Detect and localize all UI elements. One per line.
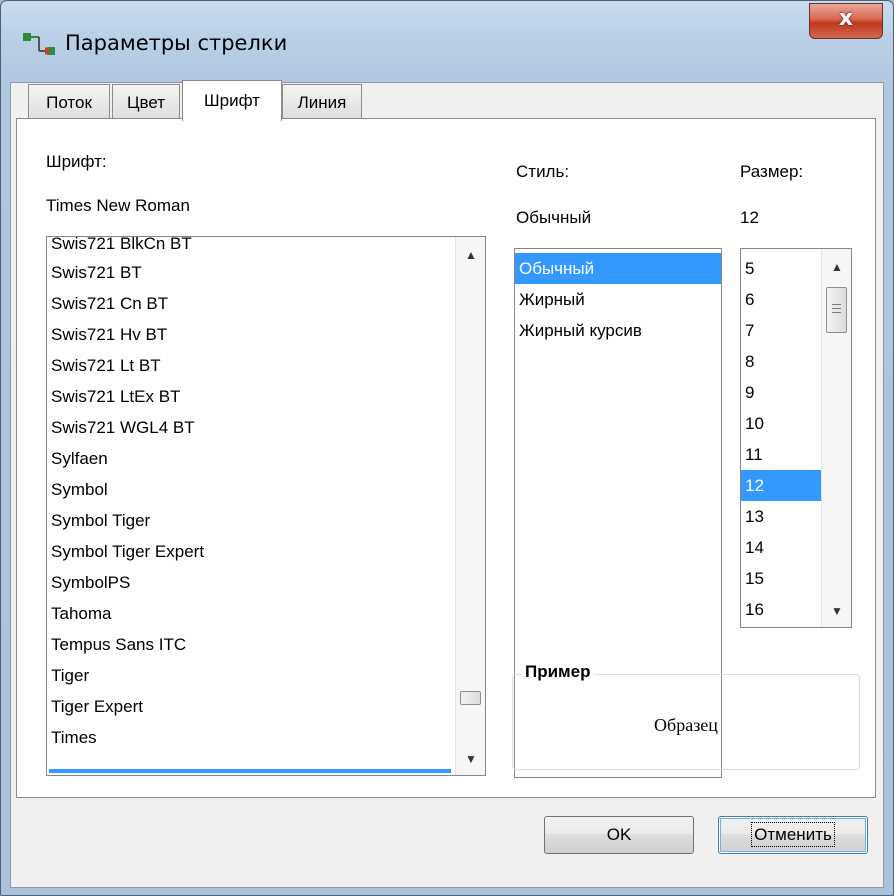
- list-item[interactable]: Tiger: [47, 660, 89, 691]
- tab-color[interactable]: Цвет: [112, 84, 180, 118]
- list-item[interactable]: 9: [741, 377, 754, 408]
- list-item[interactable]: Жирный курсив: [515, 315, 642, 346]
- tab-label: Шрифт: [204, 91, 260, 110]
- cancel-button-label: Отменить: [751, 822, 835, 847]
- list-item[interactable]: Tahoma: [47, 598, 111, 629]
- tab-label: Линия: [297, 93, 347, 112]
- list-item[interactable]: Tempus Sans ITC: [47, 629, 186, 660]
- tab-label: Поток: [46, 93, 92, 112]
- style-current-value: Обычный: [516, 208, 592, 227]
- sample-groupbox: Пример Образец: [512, 662, 860, 770]
- cancel-button[interactable]: Отменить: [718, 816, 868, 854]
- tab-line[interactable]: Линия: [282, 84, 362, 118]
- scroll-up-icon[interactable]: ▲: [822, 255, 851, 279]
- font-label: Шрифт:: [46, 152, 107, 171]
- scroll-down-icon[interactable]: ▼: [456, 747, 485, 771]
- list-item[interactable]: 7: [741, 315, 754, 346]
- style-label: Стиль:: [516, 162, 570, 181]
- list-item[interactable]: Жирный: [515, 284, 585, 315]
- list-item[interactable]: 16: [741, 594, 764, 625]
- scroll-up-icon[interactable]: ▲: [456, 243, 485, 267]
- scroll-thumb[interactable]: [826, 287, 847, 333]
- list-item[interactable]: Sylfaen: [47, 443, 108, 474]
- size-listbox[interactable]: 5 6 7 8 9 10 11 12 13 14 15 16 ▲ ▼: [740, 248, 852, 628]
- ok-button[interactable]: OK: [544, 816, 694, 854]
- list-item[interactable]: Symbol Tiger: [47, 505, 150, 536]
- title-bar[interactable]: Параметры стрелки x: [1, 1, 893, 83]
- list-item[interactable]: Swis721 LtEx BT: [47, 381, 180, 412]
- thumb-grip: [832, 304, 841, 305]
- list-item[interactable]: 10: [741, 408, 764, 439]
- font-list-scrollbar[interactable]: ▲ ▼: [455, 237, 485, 775]
- list-item[interactable]: 13: [741, 501, 764, 532]
- list-item[interactable]: 11: [741, 439, 763, 470]
- list-item[interactable]: Swis721 Cn BT: [47, 288, 168, 319]
- list-item[interactable]: Swis721 BT: [47, 257, 142, 288]
- window-title: Параметры стрелки: [65, 31, 288, 55]
- list-item[interactable]: Обычный: [515, 253, 721, 284]
- list-item[interactable]: 12: [741, 470, 821, 501]
- list-item[interactable]: 6: [741, 284, 754, 315]
- list-item[interactable]: 5: [741, 253, 754, 284]
- sample-text: Образец: [654, 715, 718, 735]
- list-item[interactable]: 14: [741, 532, 764, 563]
- thumb-grip: [832, 312, 841, 313]
- list-item[interactable]: Swis721 BlkCn BT: [47, 237, 192, 259]
- ok-button-label: OK: [606, 825, 632, 844]
- list-item[interactable]: 8: [741, 346, 754, 377]
- list-item[interactable]: Symbol Tiger Expert: [47, 536, 204, 567]
- arrow-diagram-icon: [23, 33, 55, 55]
- close-button[interactable]: x: [809, 3, 883, 39]
- size-label: Размер:: [740, 162, 804, 181]
- list-item[interactable]: Times: [47, 722, 97, 753]
- list-item[interactable]: Swis721 Lt BT: [47, 350, 161, 381]
- tab-font[interactable]: Шрифт: [182, 80, 282, 121]
- tab-label: Цвет: [126, 93, 166, 112]
- scroll-thumb[interactable]: [460, 691, 481, 705]
- close-icon: x: [838, 6, 854, 31]
- selected-item-edge: [49, 769, 451, 773]
- scroll-down-icon[interactable]: ▼: [822, 599, 851, 623]
- list-item[interactable]: 15: [741, 563, 764, 594]
- list-item[interactable]: Symbol: [47, 474, 108, 505]
- thumb-grip: [832, 308, 841, 309]
- tab-potok[interactable]: Поток: [28, 84, 110, 118]
- font-listbox[interactable]: Swis721 BlkCn BT Swis721 BT Swis721 Cn B…: [46, 236, 486, 776]
- list-item[interactable]: Swis721 Hv BT: [47, 319, 167, 350]
- list-item[interactable]: Swis721 WGL4 BT: [47, 412, 195, 443]
- size-list-scrollbar[interactable]: ▲ ▼: [821, 249, 851, 627]
- sample-group-title: Пример: [521, 662, 595, 682]
- list-item[interactable]: SymbolPS: [47, 567, 130, 598]
- list-item[interactable]: Tiger Expert: [47, 691, 143, 722]
- size-current-value: 12: [740, 208, 759, 227]
- font-current-value: Times New Roman: [46, 196, 190, 215]
